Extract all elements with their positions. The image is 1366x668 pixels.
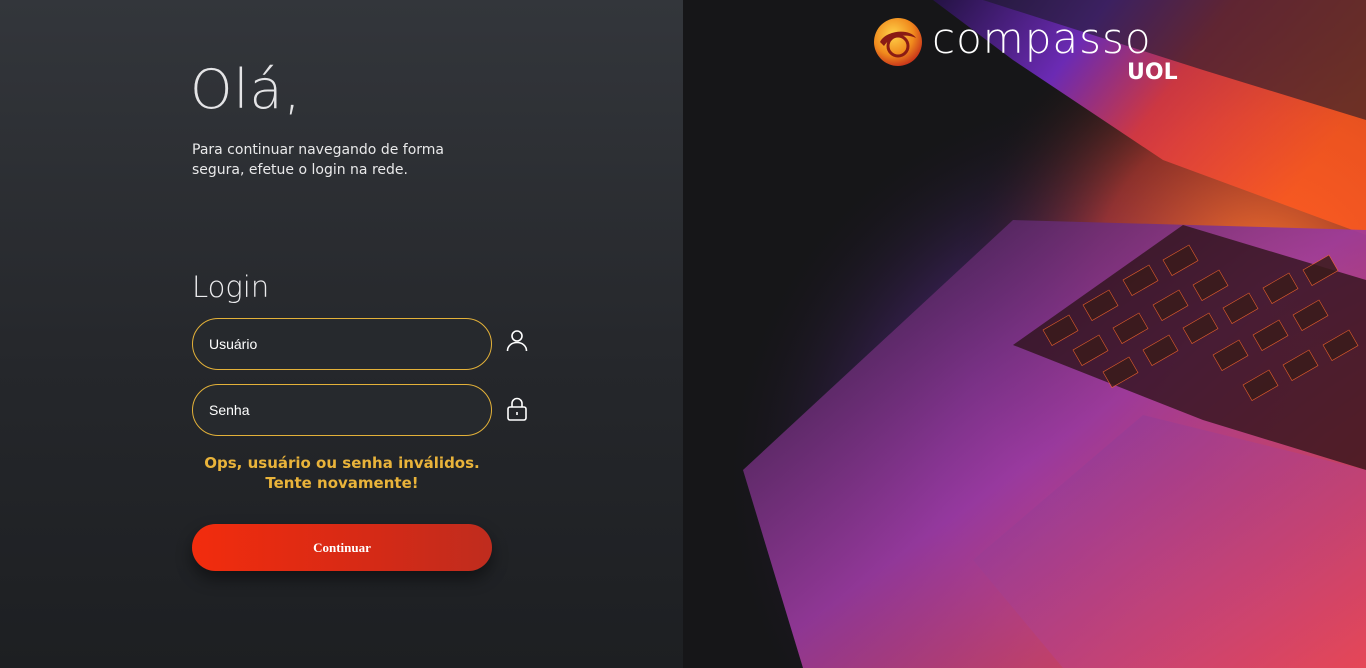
hero-image — [683, 0, 1366, 668]
compasso-logo-icon — [872, 16, 924, 68]
user-icon — [505, 328, 529, 352]
login-title: Login — [192, 270, 270, 304]
login-subtitle: Para continuar navegando de forma segura… — [192, 142, 444, 178]
error-line-1: Ops, usuário ou senha inválidos. — [204, 454, 480, 472]
lock-icon — [505, 397, 529, 421]
brand-sub: UOL — [1127, 60, 1178, 85]
login-error-message: Ops, usuário ou senha inválidos. Tente n… — [192, 453, 492, 493]
greeting-heading: Olá, — [190, 58, 302, 121]
username-field[interactable] — [192, 318, 492, 370]
error-line-2: Tente novamente! — [265, 474, 419, 492]
password-input[interactable] — [209, 402, 491, 418]
continue-button[interactable]: Continuar — [192, 524, 492, 571]
brand-name: compasso — [932, 14, 1152, 63]
login-panel: Olá, Para continuar navegando de forma s… — [0, 0, 683, 668]
laptop-photo — [683, 0, 1366, 668]
username-input[interactable] — [209, 336, 491, 352]
password-field[interactable] — [192, 384, 492, 436]
